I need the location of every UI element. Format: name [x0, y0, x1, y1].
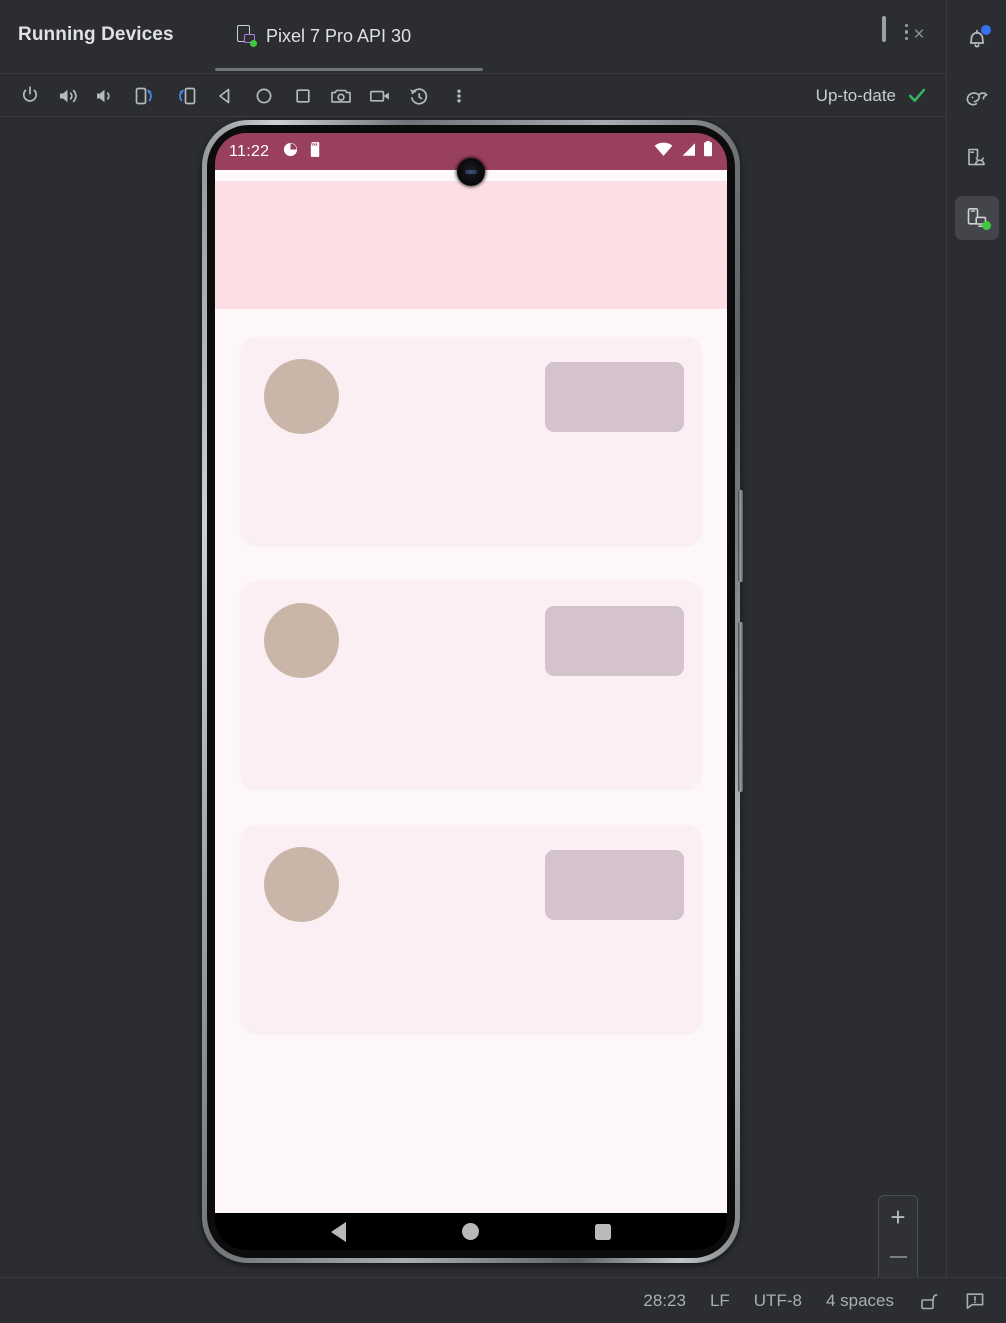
back-triangle-icon[interactable]	[213, 84, 237, 108]
zoom-controls: + 1:1	[878, 1195, 918, 1277]
event-log-icon[interactable]	[964, 1290, 986, 1312]
hardware-power-button[interactable]	[738, 490, 743, 582]
text-block-placeholder	[545, 606, 684, 676]
hero-banner-placeholder	[215, 181, 727, 309]
green-check-icon	[906, 84, 928, 106]
volume-up-icon[interactable]	[56, 84, 80, 108]
indent-setting[interactable]: 4 spaces	[826, 1291, 894, 1311]
line-separator[interactable]: LF	[710, 1291, 730, 1311]
list-item-card-1[interactable]	[240, 337, 702, 545]
app-content[interactable]	[215, 170, 727, 1213]
avatar-placeholder	[264, 847, 339, 922]
sidebar-item-device-manager[interactable]	[955, 136, 999, 180]
rotate-right-icon[interactable]	[174, 84, 198, 108]
tool-window-header: Running Devices Pixel 7 Pro API 30 ×	[0, 0, 946, 74]
alarm-pie-icon	[283, 142, 298, 162]
android-nav-home[interactable]	[462, 1223, 479, 1240]
avatar-placeholder	[264, 603, 339, 678]
restore-history-icon[interactable]	[407, 84, 431, 108]
text-block-placeholder	[545, 850, 684, 920]
android-nav-back[interactable]	[331, 1221, 346, 1242]
notification-badge	[981, 25, 991, 35]
camera-icon[interactable]	[329, 84, 353, 108]
power-icon[interactable]	[18, 84, 42, 108]
split-window-icon[interactable]	[882, 16, 886, 42]
cellular-signal-icon	[680, 142, 696, 162]
kebab-menu-icon[interactable]	[447, 84, 461, 108]
avatar-placeholder	[264, 359, 339, 434]
device-frame-pixel-7-pro: 11:22	[202, 120, 743, 1263]
status-bar: 28:23 LF UTF-8 4 spaces	[0, 1277, 1006, 1323]
bell-icon	[964, 25, 991, 51]
android-studio-running-devices-window: Running Devices Pixel 7 Pro API 30 × Up-…	[0, 0, 1006, 1323]
volume-down-icon[interactable]	[93, 84, 117, 108]
home-circle-icon[interactable]	[252, 84, 276, 108]
file-encoding[interactable]: UTF-8	[754, 1291, 802, 1311]
video-camera-icon[interactable]	[368, 84, 392, 108]
sidebar-item-notifications[interactable]	[955, 16, 999, 60]
text-block-placeholder	[545, 362, 684, 432]
list-item-card-3[interactable]	[240, 825, 702, 1033]
hardware-volume-button[interactable]	[738, 622, 743, 792]
emulator-canvas[interactable]: 11:22 +	[0, 117, 946, 1277]
page-title: Running Devices	[18, 24, 174, 45]
card-list	[215, 309, 727, 1033]
window-controls	[882, 16, 928, 42]
zoom-in-button[interactable]: +	[879, 1198, 917, 1237]
android-nav-bar	[215, 1213, 727, 1250]
up-to-date-status: Up-to-date	[815, 86, 896, 105]
device-manager-icon	[964, 145, 990, 171]
list-item-card-2[interactable]	[240, 581, 702, 789]
status-bar-clock: 11:22	[229, 142, 270, 160]
sd-card-icon	[309, 141, 322, 162]
right-tool-sidebar	[946, 0, 1006, 1277]
active-tab-indicator	[215, 68, 483, 71]
tab-pixel-7-pro-api-30[interactable]: Pixel 7 Pro API 30	[215, 0, 483, 72]
device-screen[interactable]: 11:22	[215, 133, 727, 1250]
tab-label: Pixel 7 Pro API 30	[266, 25, 412, 46]
rotate-left-icon[interactable]	[133, 84, 157, 108]
front-camera-punch-hole	[457, 158, 485, 186]
zoom-out-button[interactable]	[879, 1237, 917, 1276]
caret-position[interactable]: 28:23	[643, 1291, 686, 1311]
kebab-menu-icon[interactable]	[904, 22, 910, 42]
wifi-icon	[654, 142, 673, 162]
android-nav-recents[interactable]	[595, 1223, 611, 1240]
running-badge	[982, 221, 991, 230]
battery-full-icon	[703, 141, 713, 162]
gradle-elephant-icon	[964, 85, 991, 112]
device-toolbar: Up-to-date	[0, 74, 946, 117]
device-running-icon	[237, 25, 257, 47]
sidebar-item-running-devices[interactable]	[955, 196, 999, 240]
overview-square-icon[interactable]	[291, 84, 315, 108]
unlocked-padlock-icon[interactable]	[918, 1290, 940, 1312]
sidebar-item-gradle[interactable]	[955, 76, 999, 120]
running-devices-icon	[964, 205, 991, 231]
